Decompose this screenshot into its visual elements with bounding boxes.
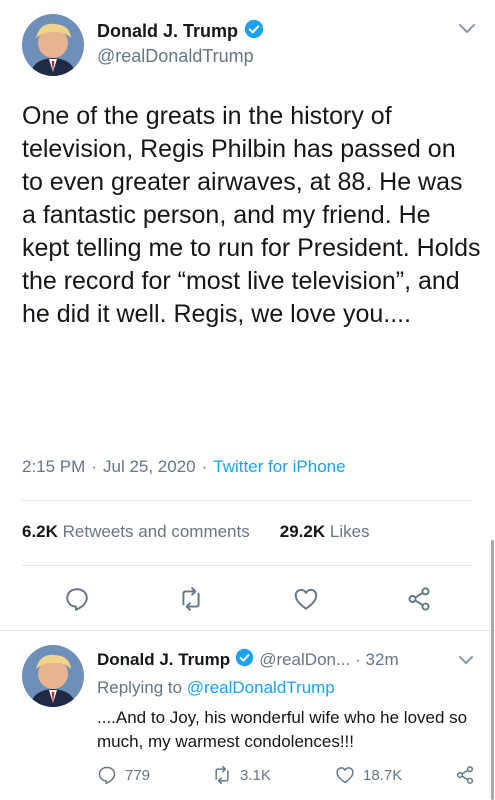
reply-icon	[97, 765, 117, 785]
tweet-time: 2:15 PM	[22, 457, 86, 476]
scrollbar[interactable]	[491, 540, 494, 800]
replying-to-line: Replying to @realDonaldTrump	[97, 678, 335, 698]
likes-label: Likes	[329, 522, 370, 541]
reply-icon[interactable]	[64, 586, 90, 612]
reply-actions: 779 3.1K 18.7K	[97, 765, 487, 789]
like-icon[interactable]	[293, 586, 319, 612]
avatar-image	[22, 645, 84, 707]
retweets-count-link[interactable]: 6.2K Retweets and comments	[22, 522, 250, 542]
divider	[22, 565, 473, 566]
reply-author-row: Donald J. Trump @realDon... · 32m	[97, 648, 399, 672]
divider	[22, 500, 473, 501]
replying-to-handle[interactable]: @realDonaldTrump	[187, 678, 335, 697]
reply-time-ago: · 32m	[355, 650, 399, 669]
reply-like-button[interactable]: 18.7K	[335, 765, 402, 785]
likes-count-link[interactable]: 29.2K Likes	[280, 522, 370, 542]
like-count: 18.7K	[363, 766, 403, 784]
reply-retweet-button[interactable]: 3.1K	[212, 765, 271, 785]
meta-separator: ·	[201, 457, 208, 476]
chevron-down-icon[interactable]	[457, 22, 477, 36]
reply-count: 779	[125, 766, 151, 784]
engagement-counts: 6.2K Retweets and comments 29.2K Likes	[22, 522, 370, 542]
avatar-image	[22, 14, 84, 76]
share-icon[interactable]	[406, 586, 432, 612]
meta-separator: ·	[91, 457, 97, 476]
reply-tweet[interactable]: Donald J. Trump @realDon... · 32m Replyi…	[0, 630, 495, 800]
replying-to-label: Replying to	[97, 678, 183, 697]
reply-author-avatar[interactable]	[22, 645, 84, 707]
retweets-count: 6.2K	[22, 522, 58, 541]
retweets-label: Retweets and comments	[62, 522, 250, 541]
retweet-icon[interactable]	[178, 586, 204, 612]
verified-badge-icon	[235, 648, 254, 672]
verified-badge-icon	[244, 19, 264, 44]
reply-reply-button[interactable]: 779	[97, 765, 150, 785]
reply-author-handle[interactable]: @realDon...	[259, 650, 350, 670]
chevron-down-icon[interactable]	[457, 653, 475, 665]
tweet-meta: 2:15 PM · Jul 25, 2020 · Twitter for iPh…	[22, 457, 346, 477]
tweet-actions	[0, 580, 495, 620]
author-name-row: Donald J. Trump	[97, 19, 264, 44]
reply-body-text: ....And to Joy, his wonderful wife who h…	[97, 708, 468, 751]
retweet-icon	[212, 765, 232, 785]
retweet-count: 3.1K	[240, 766, 271, 784]
share-icon	[455, 765, 475, 785]
like-icon	[335, 765, 355, 785]
reply-share-button[interactable]	[455, 765, 475, 785]
author-avatar[interactable]	[22, 14, 84, 76]
author-handle[interactable]: @realDonaldTrump	[97, 46, 254, 67]
likes-count: 29.2K	[279, 522, 326, 541]
author-name[interactable]: Donald J. Trump	[97, 21, 238, 42]
reply-author-name[interactable]: Donald J. Trump	[97, 650, 230, 670]
main-tweet-header: Donald J. Trump @realDonaldTrump	[0, 0, 495, 90]
tweet-date: Jul 25, 2020	[102, 457, 196, 476]
tweet-body-text: One of the greats in the history of tele…	[22, 102, 488, 328]
tweet-source-link[interactable]: Twitter for iPhone	[213, 457, 345, 477]
